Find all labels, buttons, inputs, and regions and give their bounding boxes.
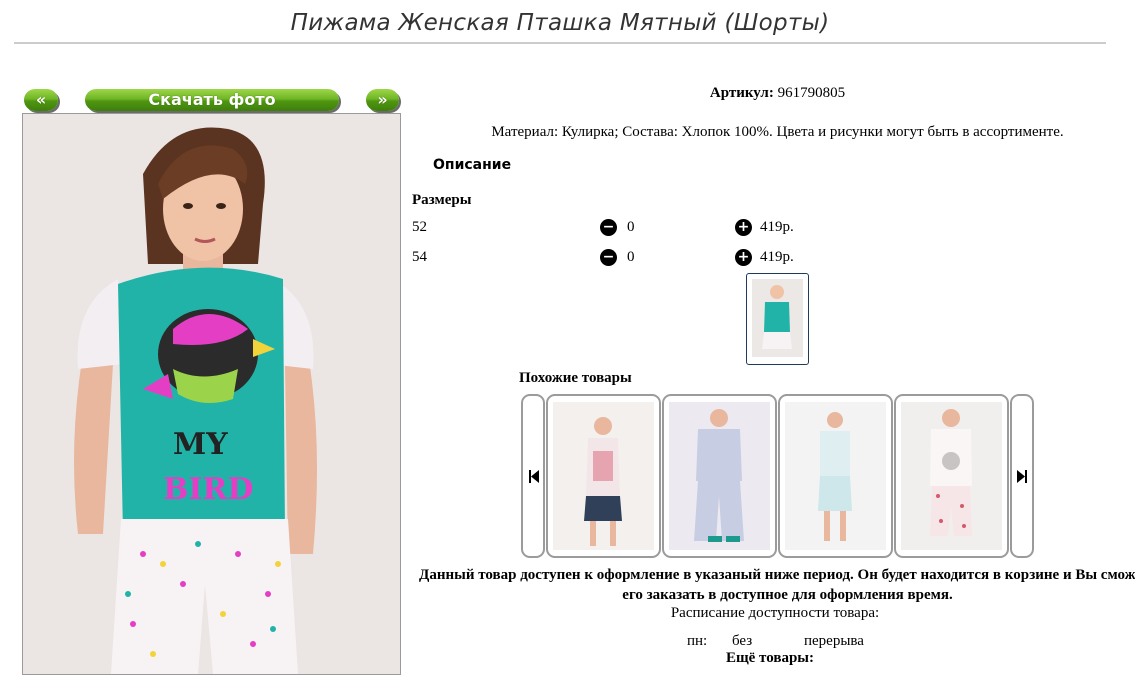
description-label: Описание <box>433 157 512 173</box>
schedule-from: без <box>732 633 753 649</box>
skip-next-icon <box>1017 470 1027 483</box>
size-qty: 0 <box>627 249 635 265</box>
schedule-to: перерыва <box>804 633 864 649</box>
material-info: Материал: Кулирка; Состава: Хлопок 100%.… <box>491 124 1064 140</box>
availability-notice: Данный товар доступен к оформление в ука… <box>419 567 1135 603</box>
svg-text:MY: MY <box>173 427 228 462</box>
size-price: 419р. <box>760 249 794 265</box>
similar-product-image <box>669 402 770 550</box>
download-photo-button[interactable]: Скачать фото <box>85 89 339 111</box>
page-title: Пижама Женская Пташка Мятный (Шорты) <box>290 10 830 36</box>
svg-text:BIRD: BIRD <box>163 472 253 507</box>
title-divider <box>14 42 1106 44</box>
similar-product-card[interactable] <box>662 394 777 558</box>
thumbnail-illustration <box>752 279 803 357</box>
schedule-day: пн: <box>687 633 708 649</box>
minus-icon[interactable]: − <box>600 219 617 236</box>
similar-product-image <box>553 402 654 550</box>
schedule-label: Расписание доступности товара: <box>670 605 880 621</box>
size-qty: 0 <box>627 219 635 235</box>
minus-icon[interactable]: − <box>600 249 617 266</box>
size-price: 419р. <box>760 219 794 235</box>
article-value: 961790805 <box>777 85 846 101</box>
similar-product-card[interactable] <box>778 394 893 558</box>
carousel-next-button[interactable] <box>1010 394 1034 558</box>
product-photo-illustration: MY BIRD <box>23 114 400 674</box>
prev-photo-button[interactable]: « <box>24 89 58 111</box>
more-products-heading: Ещё товары: <box>725 650 815 666</box>
article-label: Артикул: <box>709 85 774 101</box>
sizes-heading: Размеры <box>412 192 472 208</box>
main-product-photo[interactable]: MY BIRD <box>22 113 401 675</box>
similar-heading: Похожие товары <box>519 370 632 386</box>
similar-product-card[interactable] <box>894 394 1009 558</box>
next-photo-button[interactable]: » <box>366 89 399 111</box>
product-thumbnail[interactable] <box>746 273 809 365</box>
similar-product-card[interactable] <box>546 394 661 558</box>
article-line: Артикул: 961790805 <box>640 85 915 102</box>
skip-prev-icon <box>529 470 539 483</box>
carousel-prev-button[interactable] <box>521 394 545 558</box>
plus-icon[interactable]: + <box>735 219 752 236</box>
similar-product-image <box>785 402 886 550</box>
size-label: 54 <box>412 249 427 265</box>
size-label: 52 <box>412 219 427 235</box>
similar-product-image <box>901 402 1002 550</box>
plus-icon[interactable]: + <box>735 249 752 266</box>
